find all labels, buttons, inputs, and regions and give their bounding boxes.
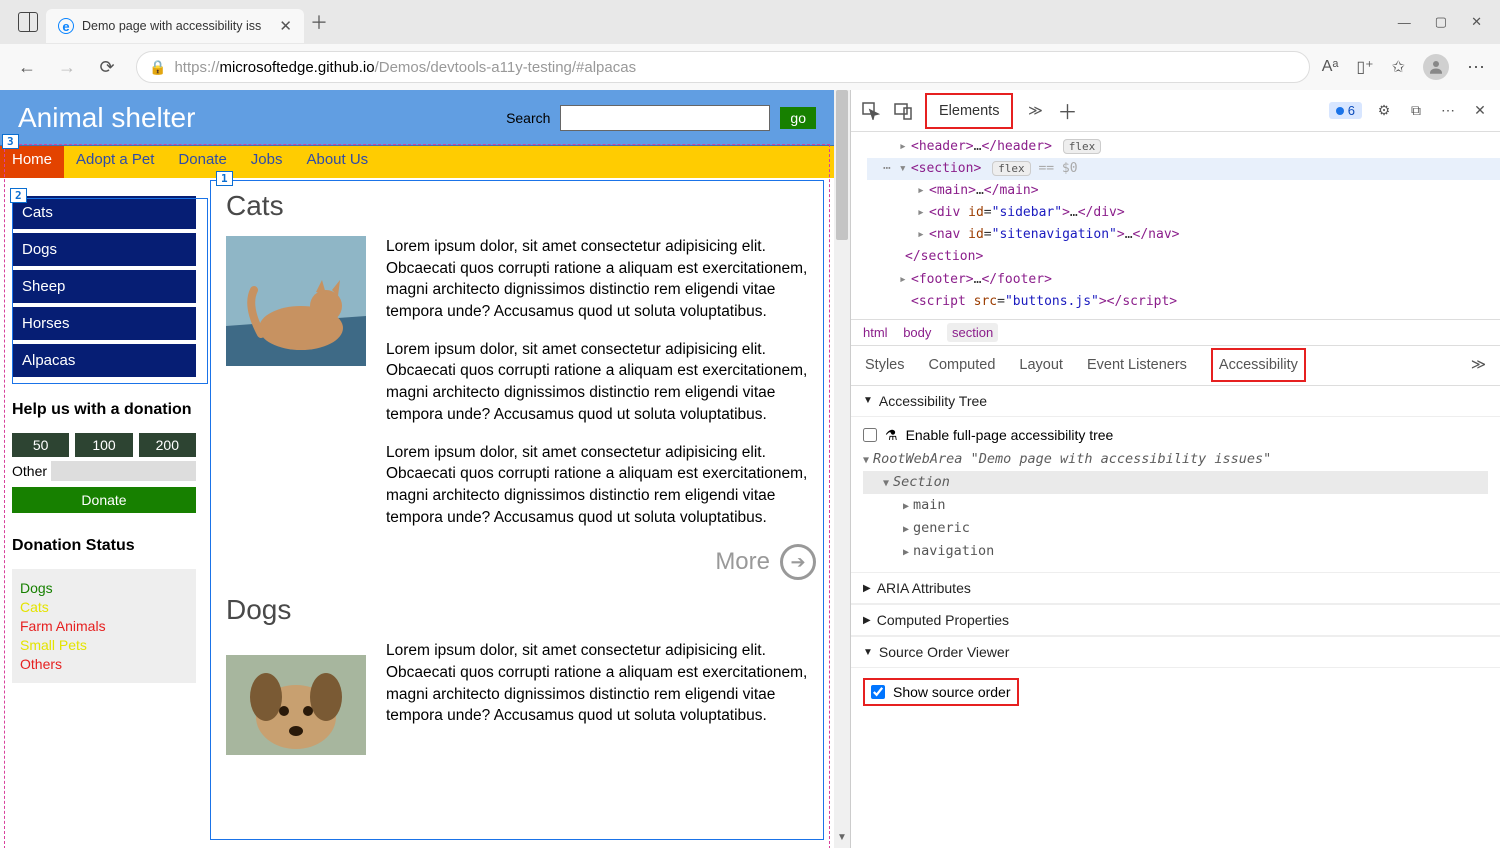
reader-icon[interactable]: ▯⁺ bbox=[1356, 57, 1373, 77]
forward-button: → bbox=[50, 57, 84, 78]
lock-icon[interactable]: 🔒 bbox=[149, 59, 166, 76]
url-text: https://microsoftedge.github.io/Demos/de… bbox=[174, 59, 636, 76]
subtab-accessibility[interactable]: Accessibility bbox=[1211, 348, 1306, 382]
scroll-down-icon[interactable]: ▼ bbox=[834, 832, 850, 848]
customize-icon[interactable]: ⧉ bbox=[1406, 101, 1426, 121]
add-tab-icon[interactable]: ＋ bbox=[1057, 101, 1077, 121]
source-order-header[interactable]: ▼Source Order Viewer bbox=[851, 637, 1500, 668]
acc-tree-header[interactable]: ▼Accessibility Tree bbox=[851, 386, 1500, 417]
source-order-badge-nav: 3 bbox=[2, 134, 19, 149]
source-order-badge-main: 1 bbox=[216, 171, 233, 186]
new-tab-button[interactable]: ＋ bbox=[310, 9, 328, 35]
devtools-panel: Elements ≫ ＋ 6 ⚙ ⧉ ⋯ ✕ ▸<header>…</heade… bbox=[850, 90, 1500, 848]
scrollbar-thumb[interactable] bbox=[836, 90, 848, 240]
device-toolbar-icon[interactable] bbox=[893, 101, 913, 121]
devtools-tabbar: Elements ≫ ＋ 6 ⚙ ⧉ ⋯ ✕ bbox=[851, 90, 1500, 132]
address-bar[interactable]: 🔒 https://microsoftedge.github.io/Demos/… bbox=[136, 51, 1310, 83]
issues-counter[interactable]: 6 bbox=[1329, 102, 1362, 119]
subtab-layout[interactable]: Layout bbox=[1019, 357, 1063, 373]
search-input[interactable] bbox=[560, 105, 770, 131]
subtab-computed[interactable]: Computed bbox=[929, 357, 996, 373]
experiment-flask-icon: ⚗ bbox=[885, 427, 898, 444]
search-go-button[interactable]: go bbox=[780, 107, 816, 129]
elements-tree[interactable]: ▸<header>…</header> flex ⋯▾<section> fle… bbox=[851, 132, 1500, 319]
settings-gear-icon[interactable]: ⚙ bbox=[1374, 101, 1394, 121]
favicon-icon: e bbox=[58, 18, 74, 34]
back-button[interactable]: ← bbox=[10, 57, 44, 78]
more-tabs-icon[interactable]: ≫ bbox=[1025, 101, 1045, 121]
minimize-icon[interactable]: — bbox=[1398, 15, 1411, 30]
window-titlebar: e Demo page with accessibility iss ✕ ＋ —… bbox=[0, 0, 1500, 44]
show-source-order-checkbox[interactable]: Show source order bbox=[863, 678, 1019, 706]
profile-avatar-icon[interactable] bbox=[1423, 54, 1449, 80]
tab-title: Demo page with accessibility iss bbox=[82, 19, 261, 33]
site-header: Animal shelter Search go bbox=[0, 90, 834, 146]
subtab-event-listeners[interactable]: Event Listeners bbox=[1087, 357, 1187, 373]
elements-breadcrumb[interactable]: html body section bbox=[851, 319, 1500, 346]
more-subtabs-icon[interactable]: ≫ bbox=[1471, 357, 1486, 373]
favorites-icon[interactable]: ✩ bbox=[1392, 57, 1405, 77]
computed-properties-header[interactable]: ▶Computed Properties bbox=[851, 605, 1500, 636]
browser-tab[interactable]: e Demo page with accessibility iss ✕ bbox=[46, 9, 304, 43]
accessibility-pane: ▼Accessibility Tree ⚗ Enable full-page a… bbox=[851, 386, 1500, 848]
aria-attributes-header[interactable]: ▶ARIA Attributes bbox=[851, 573, 1500, 604]
close-window-icon[interactable]: ✕ bbox=[1471, 14, 1482, 30]
search-label: Search bbox=[506, 110, 550, 126]
page-scrollbar[interactable]: ▲ ▼ bbox=[834, 90, 850, 848]
close-tab-icon[interactable]: ✕ bbox=[279, 17, 292, 35]
accessibility-tree[interactable]: ▼RootWebArea "Demo page with accessibili… bbox=[863, 448, 1488, 563]
app-menu-icon[interactable]: ⋯ bbox=[1467, 57, 1486, 78]
devtools-menu-icon[interactable]: ⋯ bbox=[1438, 101, 1458, 121]
site-title: Animal shelter bbox=[18, 102, 195, 134]
browser-toolbar: ← → ⟳ 🔒 https://microsoftedge.github.io/… bbox=[0, 44, 1500, 90]
close-devtools-icon[interactable]: ✕ bbox=[1470, 101, 1490, 121]
devtools-tab-elements[interactable]: Elements bbox=[925, 93, 1013, 129]
source-order-overlay-main bbox=[210, 180, 824, 840]
elements-subtabs: Styles Computed Layout Event Listeners A… bbox=[851, 346, 1500, 386]
subtab-styles[interactable]: Styles bbox=[865, 357, 905, 373]
source-order-overlay-sidebar bbox=[12, 198, 208, 384]
inspect-element-icon[interactable] bbox=[861, 101, 881, 121]
source-order-badge-sidebar: 2 bbox=[10, 188, 27, 203]
refresh-button[interactable]: ⟳ bbox=[90, 57, 124, 78]
maximize-icon[interactable]: ▢ bbox=[1435, 14, 1447, 30]
enable-fullpage-tree-checkbox[interactable]: ⚗ Enable full-page accessibility tree bbox=[863, 427, 1488, 444]
tab-actions-icon[interactable] bbox=[18, 12, 38, 32]
page-viewport: Animal shelter Search go Home Adopt a Pe… bbox=[0, 90, 850, 848]
read-aloud-icon[interactable]: Aᵃ bbox=[1322, 58, 1339, 76]
